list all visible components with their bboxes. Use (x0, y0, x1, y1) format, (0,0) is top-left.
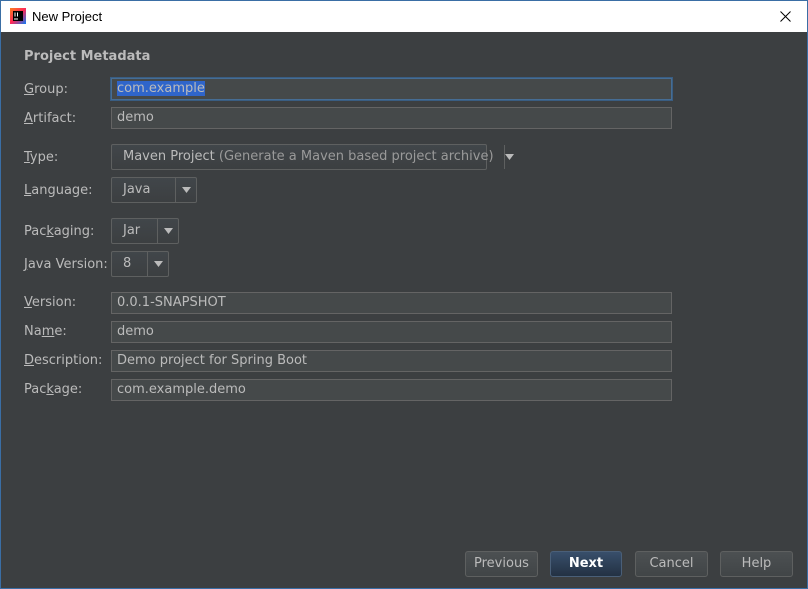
language-value: Java (123, 182, 151, 197)
window-title: New Project (32, 9, 103, 24)
triangle-down-icon (163, 228, 173, 234)
cancel-button[interactable]: Cancel (635, 551, 708, 577)
next-button[interactable]: Next (550, 551, 622, 577)
help-button[interactable]: Help (720, 551, 793, 577)
new-project-dialog: New Project Project Metadata Group: com.… (0, 0, 808, 589)
java-version-dropdown-arrow[interactable] (147, 252, 168, 276)
previous-button[interactable]: Previous (465, 551, 538, 577)
package-field[interactable]: com.example.demo (111, 379, 672, 401)
description-label: Description: (24, 353, 103, 368)
package-value: com.example.demo (117, 382, 246, 397)
version-value: 0.0.1-SNAPSHOT (117, 295, 226, 310)
name-label: Name: (24, 324, 67, 339)
close-button[interactable] (763, 1, 807, 32)
intellij-idea-icon (10, 8, 26, 24)
artifact-label: Artifact: (24, 111, 77, 126)
type-hint: (Generate a Maven based project archive) (218, 149, 494, 164)
language-dropdown-arrow[interactable] (175, 178, 196, 202)
packaging-label: Packaging: (24, 224, 95, 239)
description-value: Demo project for Spring Boot (117, 353, 308, 368)
package-label: Package: (24, 382, 83, 397)
triangle-down-icon (181, 187, 191, 193)
language-dropdown[interactable]: Java (111, 177, 197, 203)
group-field[interactable]: com.example (111, 78, 672, 100)
artifact-value: demo (117, 110, 154, 125)
close-icon (779, 11, 791, 22)
description-field[interactable]: Demo project for Spring Boot (111, 350, 672, 372)
packaging-dropdown-arrow[interactable] (157, 219, 178, 243)
type-value: Maven Project (123, 149, 215, 164)
artifact-field[interactable]: demo (111, 107, 672, 129)
type-label: Type: (24, 150, 59, 165)
dialog-content: Project Metadata Group: com.example Arti… (1, 32, 807, 588)
packaging-dropdown[interactable]: Jar (111, 218, 179, 244)
language-label: Language: (24, 183, 93, 198)
version-label: Version: (24, 295, 77, 310)
section-title: Project Metadata (24, 49, 151, 64)
version-field[interactable]: 0.0.1-SNAPSHOT (111, 292, 672, 314)
name-field[interactable]: demo (111, 321, 672, 343)
title-bar[interactable]: New Project (1, 1, 807, 32)
java-version-value: 8 (123, 256, 132, 271)
name-value: demo (117, 324, 154, 339)
java-version-dropdown[interactable]: 8 (111, 251, 169, 277)
java-version-label: Java Version: (24, 257, 108, 272)
type-dropdown-arrow[interactable] (503, 145, 514, 169)
group-label: Group: (24, 82, 68, 97)
triangle-down-icon (504, 154, 514, 160)
triangle-down-icon (153, 261, 163, 267)
group-value: com.example (117, 81, 205, 96)
packaging-value: Jar (123, 223, 141, 238)
type-dropdown[interactable]: Maven Project (Generate a Maven based pr… (111, 144, 514, 170)
type-selected: Maven Project (Generate a Maven based pr… (112, 145, 504, 169)
